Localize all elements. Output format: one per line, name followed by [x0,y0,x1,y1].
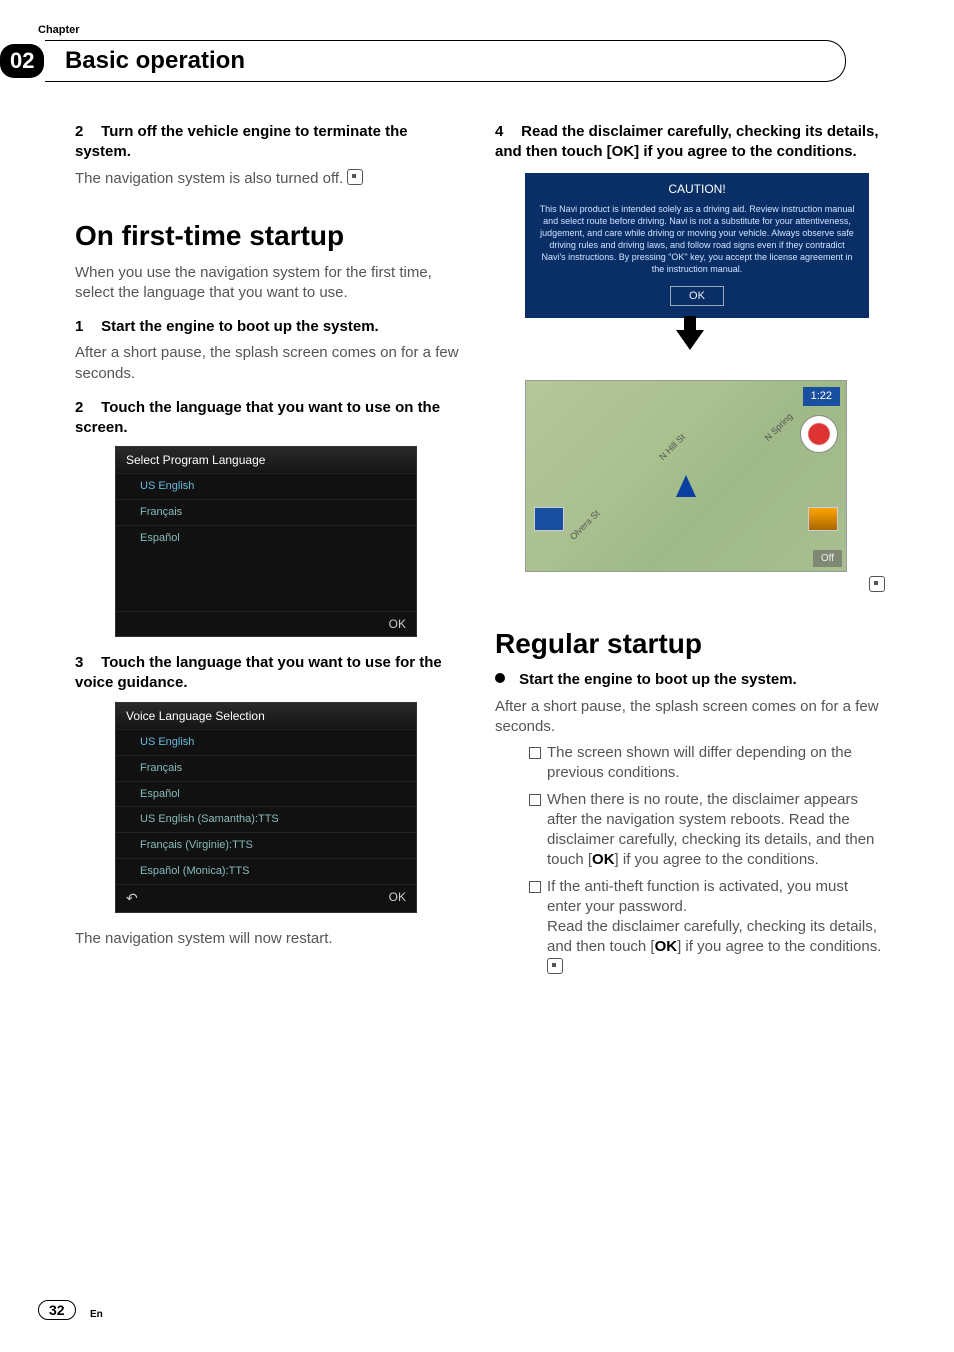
note-item: When there is no route, the disclaimer a… [529,790,885,871]
language-select-panel: Select Program Language US English Franç… [115,446,417,637]
map-right-button-icon[interactable] [808,507,838,531]
restart-text: The navigation system will now restart. [75,929,465,949]
step-number: 2 [75,398,97,418]
note-text: ] if you agree to the conditions. [615,851,819,868]
language-option[interactable]: Español [116,525,416,551]
map-clock: 1:22 [803,387,840,406]
language-option[interactable]: Français [116,499,416,525]
end-section-icon [347,169,363,185]
bullet-icon [495,673,505,683]
caution-ok-button[interactable]: OK [670,286,724,307]
voice-option[interactable]: Español [116,781,416,807]
arrow-down-icon [676,330,704,350]
page-language: En [90,1309,103,1320]
note-text: If the anti-theft function is activated,… [547,878,848,915]
voice-panel-header: Voice Language Selection [116,703,416,729]
compass-icon[interactable] [800,415,838,453]
caution-title: CAUTION! [537,181,857,197]
step2-heading: 2 Turn off the vehicle engine to termina… [75,122,465,163]
heading-first-time-startup: On first-time startup [75,217,465,255]
step-number: 3 [75,653,97,673]
note-item: If the anti-theft function is activated,… [529,877,885,978]
step4-title: Read the disclaimer carefully, checking … [495,123,879,160]
step2-body-text: The navigation system is also turned off… [75,170,343,187]
notes-list: The screen shown will differ depending o… [495,743,885,978]
voice-option[interactable]: Français (Virginie):TTS [116,832,416,858]
position-arrow-icon [676,475,696,497]
chapter-header: 02 Basic operation [0,40,894,82]
ok-literal: OK [592,851,615,868]
chapter-title-wrap: Basic operation [45,40,846,82]
heading-regular-startup: Regular startup [495,625,885,663]
back-button[interactable]: ↶ [126,889,138,908]
caution-body: This Navi product is intended solely as … [537,203,857,276]
regular-bullet-title: Start the engine to boot up the system. [519,671,797,688]
voice-option[interactable]: US English [116,729,416,755]
step-number: 2 [75,122,97,142]
ok-button[interactable]: OK [389,616,406,632]
regular-body: After a short pause, the splash screen c… [495,697,885,738]
chapter-title: Basic operation [65,47,245,74]
note-item: The screen shown will differ depending o… [529,743,885,784]
step-number: 1 [75,317,97,337]
step1-body: After a short pause, the splash screen c… [75,343,465,384]
voice-language-panel: Voice Language Selection US English Fran… [115,702,417,913]
voice-option[interactable]: Français [116,755,416,781]
street-label: N Spring [762,411,795,444]
step2b-title: Touch the language that you want to use … [75,399,440,436]
language-panel-header: Select Program Language [116,447,416,473]
caution-panel: CAUTION! This Navi product is intended s… [525,173,869,319]
ok-literal: OK [655,938,678,955]
map-off-button[interactable]: Off [813,550,842,568]
step2-title-text: Turn off the vehicle engine to terminate… [75,123,408,160]
end-section-icon [869,576,885,592]
street-label: N Hill St [656,432,688,464]
left-column: 2 Turn off the vehicle engine to termina… [75,122,465,984]
step1-heading: 1 Start the engine to boot up the system… [75,317,465,337]
street-label: Olvera St [567,508,602,543]
step4-heading: 4 Read the disclaimer carefully, checkin… [495,122,885,163]
map-panel: 1:22 N Hill St Olvera St N Spring Off [525,380,847,572]
step2-body: The navigation system is also turned off… [75,169,465,189]
step1-title: Start the engine to boot up the system. [101,318,379,335]
voice-option[interactable]: Español (Monica):TTS [116,858,416,884]
note-text: ] if you agree to the conditions. [677,938,881,955]
page-number: 32 [38,1300,76,1320]
regular-bullet-heading: Start the engine to boot up the system. [495,670,885,690]
language-option[interactable]: US English [116,473,416,499]
map-left-button-icon[interactable] [534,507,564,531]
first-time-intro: When you use the navigation system for t… [75,263,465,304]
end-section-icon [547,958,563,974]
ok-button[interactable]: OK [389,889,406,908]
chapter-label: Chapter [38,24,80,36]
right-column: 4 Read the disclaimer carefully, checkin… [495,122,885,984]
step2b-heading: 2 Touch the language that you want to us… [75,398,465,439]
chapter-number-badge: 02 [0,44,44,78]
step3-title: Touch the language that you want to use … [75,654,442,691]
step3-heading: 3 Touch the language that you want to us… [75,653,465,694]
step-number: 4 [495,122,517,142]
voice-option[interactable]: US English (Samantha):TTS [116,806,416,832]
